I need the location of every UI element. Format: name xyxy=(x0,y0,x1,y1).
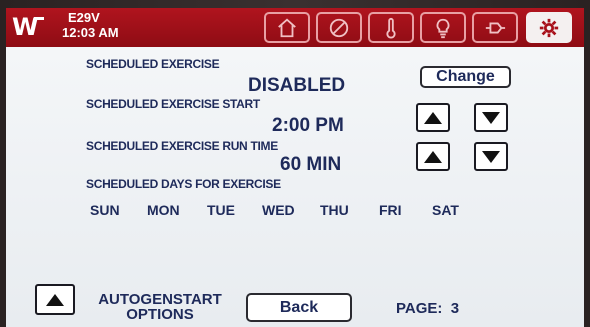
day-fri[interactable]: FRI xyxy=(379,202,402,218)
change-button[interactable]: Change xyxy=(420,66,511,88)
settings-panel: SCHEDULED EXERCISE DISABLED Change SCHED… xyxy=(6,47,584,327)
start-up-button[interactable] xyxy=(416,103,450,132)
exercise-runtime-value: 60 MIN xyxy=(280,154,342,175)
nav-light-button[interactable] xyxy=(420,12,466,43)
exercise-days-label: SCHEDULED DAYS FOR EXERCISE xyxy=(86,177,281,191)
scheduled-exercise-value: DISABLED xyxy=(248,75,346,96)
triangle-down-icon xyxy=(482,150,500,163)
nav-temperature-button[interactable] xyxy=(368,12,414,43)
plug-icon xyxy=(485,22,506,33)
triangle-down-icon xyxy=(482,111,500,124)
nav-disable-button[interactable] xyxy=(316,12,362,43)
day-mon[interactable]: MON xyxy=(147,202,180,218)
brand-logo: W xyxy=(12,14,46,40)
scheduled-exercise-label: SCHEDULED EXERCISE xyxy=(86,57,220,71)
runtime-down-button[interactable] xyxy=(474,142,508,171)
autogenstart-line2: OPTIONS xyxy=(126,306,194,323)
thermometer-icon xyxy=(386,17,396,38)
day-tue[interactable]: TUE xyxy=(207,202,235,218)
nav-home-button[interactable] xyxy=(264,12,310,43)
home-icon xyxy=(278,18,296,37)
day-thu[interactable]: THU xyxy=(320,202,349,218)
autogenstart-options-button[interactable] xyxy=(35,284,75,315)
day-sun[interactable]: SUN xyxy=(90,202,120,218)
autogenstart-options-label: AUTOGENSTART OPTIONS xyxy=(80,292,240,322)
exercise-start-value: 2:00 PM xyxy=(272,115,344,136)
nav-settings-button[interactable] xyxy=(526,12,572,43)
gear-icon xyxy=(539,18,559,37)
day-sat[interactable]: SAT xyxy=(432,202,459,218)
header-bar: W E29V 12:03 AM xyxy=(6,8,584,47)
no-symbol-icon xyxy=(329,18,349,37)
model-name: E29V xyxy=(68,10,100,25)
triangle-up-icon xyxy=(424,150,442,163)
runtime-up-button[interactable] xyxy=(416,142,450,171)
page-label: PAGE: xyxy=(396,300,443,317)
triangle-up-icon xyxy=(424,111,442,124)
triangle-up-icon xyxy=(46,293,64,306)
page-number: 3 xyxy=(450,300,460,317)
clock-time: 12:03 AM xyxy=(62,25,119,40)
back-button[interactable]: Back xyxy=(246,293,352,322)
nav-power-button[interactable] xyxy=(472,12,518,43)
lightbulb-icon xyxy=(436,18,450,38)
day-wed[interactable]: WED xyxy=(262,202,295,218)
exercise-runtime-label: SCHEDULED EXERCISE RUN TIME xyxy=(86,139,278,153)
start-down-button[interactable] xyxy=(474,103,508,132)
exercise-start-label: SCHEDULED EXERCISE START xyxy=(86,97,260,111)
autogenstart-line1: AUTOGENSTART xyxy=(98,291,222,308)
page-indicator: PAGE: 3 xyxy=(396,301,459,316)
